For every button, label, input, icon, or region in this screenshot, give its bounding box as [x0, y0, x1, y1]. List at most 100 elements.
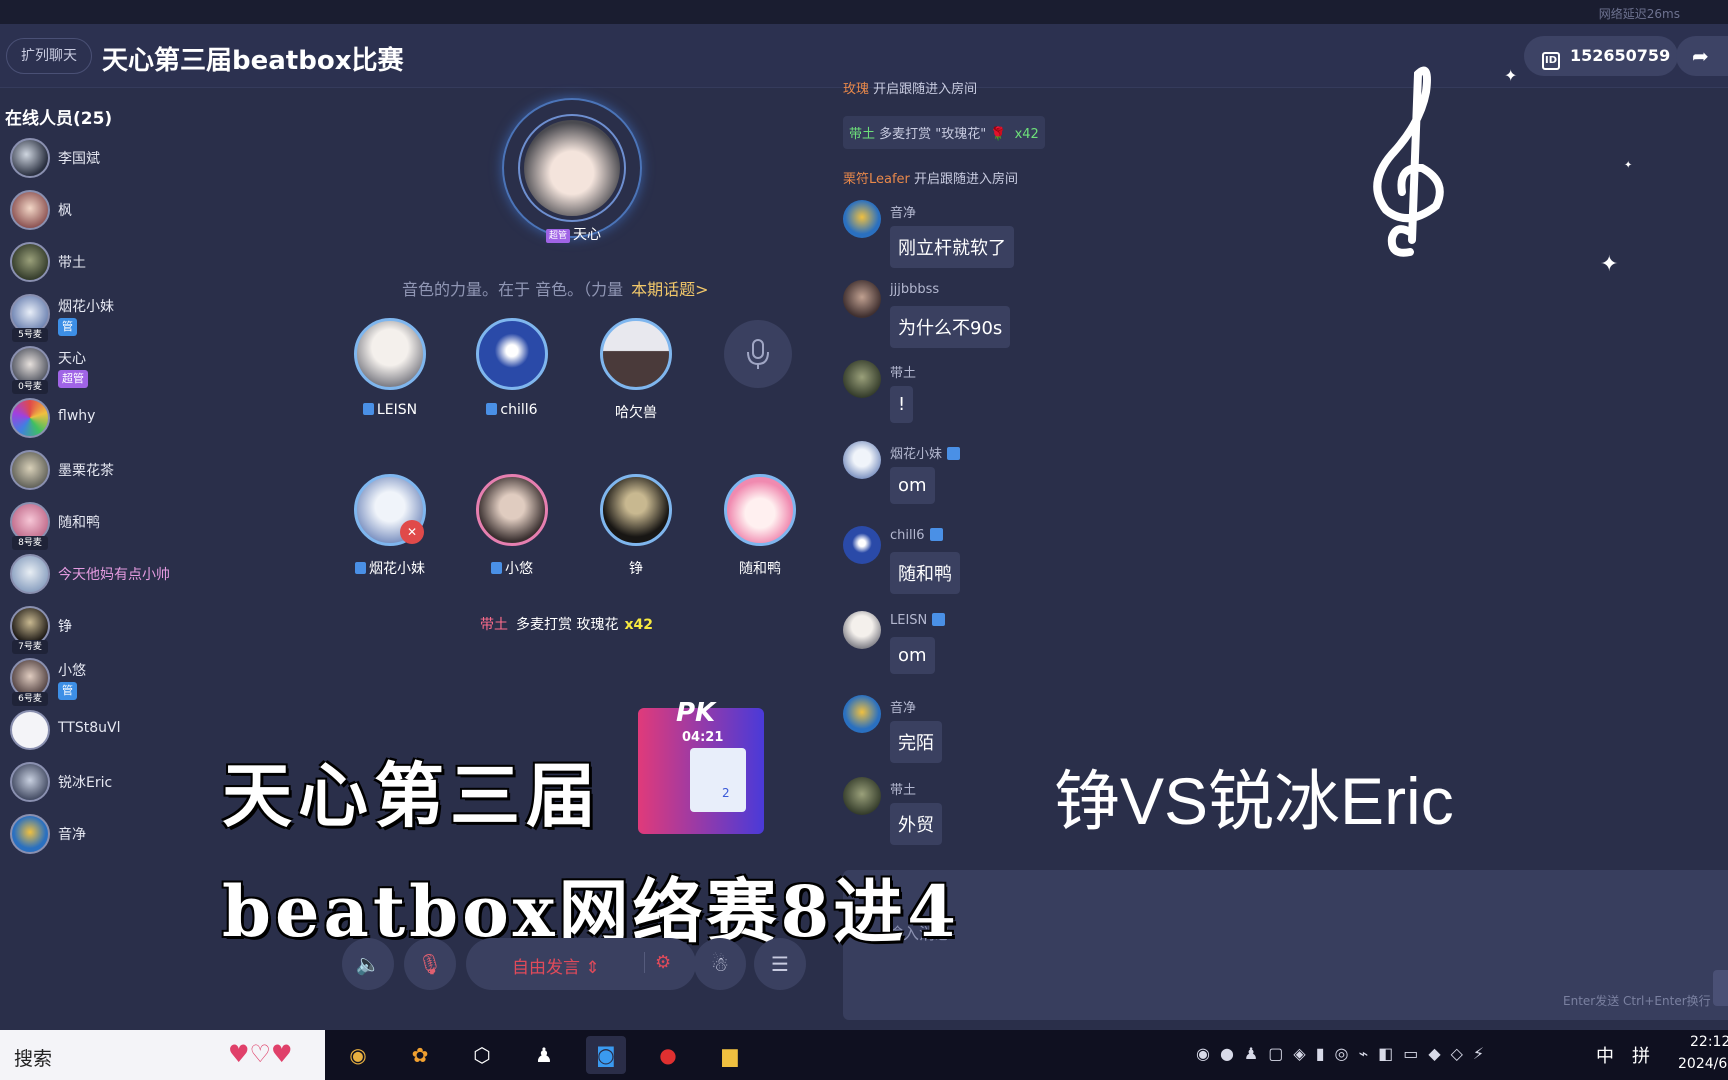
avatar[interactable] [843, 280, 881, 318]
fl-studio-icon[interactable]: ✿ [400, 1036, 440, 1074]
room-title: 天心第三届beatbox比赛 [102, 46, 404, 76]
system-message: 玫瑰 开启跟随进入房间 [843, 80, 977, 97]
system-text: 开启跟随进入房间 [914, 172, 1019, 187]
message-author: jjjbbbss [890, 282, 940, 297]
mic-off-icon: 🎙 [417, 952, 443, 976]
record-icon[interactable]: ● [648, 1036, 688, 1074]
member-item[interactable]: 6号麦 小悠 管 [10, 658, 260, 706]
member-item[interactable]: 8号麦 随和鸭 [10, 502, 260, 550]
host-seat[interactable] [502, 98, 642, 238]
mic-seat[interactable]: LEISN [348, 318, 428, 428]
search-label: 搜索 [14, 1048, 53, 1070]
chat-input-area[interactable]: 输入消息 Enter发送 Ctrl+Enter换行 [843, 870, 1728, 1020]
unity-icon[interactable]: ⬡ [462, 1036, 502, 1074]
chat-message: 音净 刚立杆就软了 [843, 200, 1243, 280]
member-item[interactable]: 0号麦 天心 超管 [10, 346, 260, 394]
shield-icon [932, 613, 946, 626]
avatar[interactable] [843, 611, 881, 649]
empty-mic-seat[interactable] [724, 320, 792, 388]
input-language[interactable]: 中 [1596, 1042, 1614, 1068]
avatar[interactable] [843, 695, 881, 733]
avatar[interactable] [843, 777, 881, 815]
mic-toggle-button[interactable]: 🎙 [404, 938, 456, 990]
author-name: LEISN [890, 613, 928, 628]
gift-message: 带土 多麦打赏 "玫瑰花" 🌹 x42 [843, 116, 1045, 149]
room-id-button[interactable]: ID 152650759 [1524, 36, 1678, 76]
member-name: 烟花小妹 [58, 299, 114, 315]
id-icon: ID [1542, 52, 1560, 70]
mic-seat[interactable]: 铮 [594, 474, 674, 584]
chrome-icon[interactable]: ◉ [338, 1036, 378, 1074]
speaker-button[interactable]: 🔈 [342, 938, 394, 990]
member-item[interactable]: 李国斌 [10, 138, 260, 182]
rose-icon: 🌹 [990, 127, 1007, 142]
message-author: LEISN [890, 613, 946, 628]
member-item[interactable]: flwhy [10, 398, 260, 442]
speak-mode-select[interactable]: 自由发言 ⇕ ⚙ [466, 938, 696, 990]
message-bubble: 随和鸭 [890, 552, 960, 594]
hearts-icon: ♥♡♥ [228, 1040, 293, 1068]
gift-user: 带土 [849, 127, 876, 142]
seat-name: LEISN [376, 402, 418, 418]
qq-icon[interactable]: ♟ [524, 1036, 564, 1074]
mic-seat[interactable]: 随和鸭 [718, 474, 798, 584]
avatar [10, 814, 50, 854]
seat-name: 哈欠兽 [615, 405, 657, 421]
member-name: 带土 [58, 255, 86, 271]
mic-seat[interactable]: ✕ 烟花小妹 [348, 474, 428, 584]
message-bubble: ! [890, 386, 914, 423]
pk-timer: 04:21 [682, 730, 724, 745]
clock-time[interactable]: 22:12 [1690, 1034, 1728, 1050]
folder-icon[interactable]: ▆ [710, 1036, 750, 1074]
mic-seat[interactable]: chill6 [470, 318, 550, 428]
mic-seat[interactable]: 哈欠兽 [594, 318, 674, 428]
seat-badge: 6号麦 [12, 692, 48, 706]
member-item[interactable]: 枫 [10, 190, 260, 234]
member-item[interactable]: 今天他妈有点小帅 [10, 554, 260, 598]
member-item[interactable]: 墨栗花茶 [10, 450, 260, 494]
member-item[interactable]: 带土 [10, 242, 260, 286]
host-name-row: 超管 天心 [546, 224, 601, 244]
seat-name: 小悠 [505, 561, 533, 577]
sparkle-icon: ✦ [1624, 160, 1633, 171]
sparkle-icon: ✦ [1504, 66, 1518, 85]
pk-score-box [690, 748, 746, 812]
expand-chat-button[interactable]: 扩列聊天 [6, 38, 92, 74]
seat-badge: 8号麦 [12, 536, 48, 550]
voice-app-icon[interactable]: ◙ [586, 1036, 626, 1074]
avatar[interactable] [843, 441, 881, 479]
system-tray-icons[interactable]: ◉●♟▢◈▮◎⌁◧▭◆◇⚡ [1196, 1044, 1494, 1063]
taskbar-search[interactable]: 搜索 ♥♡♥ [0, 1030, 325, 1080]
input-method[interactable]: 拼 [1632, 1042, 1650, 1068]
member-name: TTSt8uVl [58, 720, 121, 736]
share-icon: ➦ [1692, 44, 1709, 68]
menu-button[interactable]: ☰ [754, 938, 806, 990]
pk-card[interactable]: PK 04:21 2 [638, 698, 764, 834]
gift-count: x42 [624, 617, 653, 633]
seat-avatar [724, 474, 796, 546]
seat-label: chill6 [470, 402, 554, 418]
avatar [10, 762, 50, 802]
seat-avatar [476, 474, 548, 546]
clock-date[interactable]: 2024/6 [1678, 1056, 1727, 1072]
gift-icon: ☃ [711, 952, 729, 976]
avatar[interactable] [843, 526, 881, 564]
member-item[interactable]: 7号麦 铮 [10, 606, 260, 654]
message-bubble: om [890, 467, 935, 504]
avatar[interactable] [843, 200, 881, 238]
shield-icon [355, 562, 366, 574]
avatar[interactable] [843, 360, 881, 398]
gift-button[interactable]: ☃ [694, 938, 746, 990]
room-controls: 🔈 🎙 自由发言 ⇕ ⚙ ☃ ☰ [340, 938, 820, 990]
topic-text: 音色的力量。在于 音色。（力量 [402, 280, 624, 299]
microphone-icon [747, 339, 769, 369]
shield-icon [929, 528, 943, 541]
share-button[interactable]: ➦ [1676, 36, 1728, 76]
member-item[interactable]: 5号麦 烟花小妹 管 [10, 294, 260, 342]
shield-icon [362, 403, 374, 415]
mic-seat[interactable]: 小悠 [470, 474, 550, 584]
avatar [10, 554, 50, 594]
gear-icon[interactable]: ⚙ [644, 952, 671, 973]
topic-link[interactable]: 本期话题> [631, 280, 708, 299]
send-button[interactable] [1713, 970, 1728, 1006]
